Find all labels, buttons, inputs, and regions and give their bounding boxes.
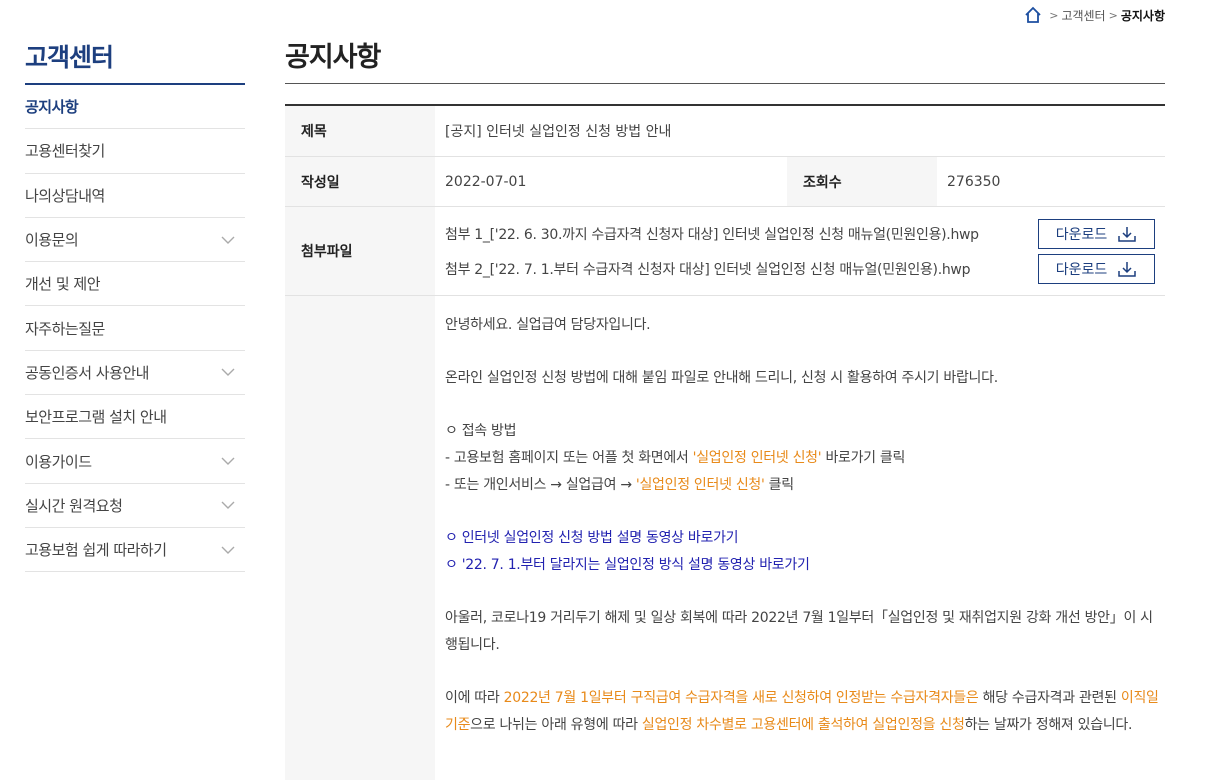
- sidebar-item-label: 이용문의: [25, 231, 79, 250]
- chevron-down-icon[interactable]: [221, 501, 235, 510]
- sidebar-item-label: 개선 및 제안: [25, 275, 101, 294]
- video-link-online-guide[interactable]: ㅇ 인터넷 실업인정 신청 방법 설명 동영상 바로가기: [445, 525, 1165, 552]
- sidebar-menu: 공지사항고용센터찾기나의상담내역이용문의개선 및 제안자주하는질문공동인증서 사…: [25, 85, 245, 573]
- chevron-right-icon: >: [1108, 8, 1118, 22]
- schedule-paragraph: 이에 따라 2022년 7월 1일부터 구직급여 수급자격을 새로 신청하여 인…: [445, 690, 1159, 733]
- sidebar-item[interactable]: 고용센터찾기: [25, 129, 245, 174]
- page-title: 공지사항: [285, 38, 1165, 84]
- attachment-label: 첨부파일: [285, 207, 435, 295]
- sidebar-item-label: 실시간 원격요청: [25, 496, 123, 515]
- breadcrumb-current: 공지사항: [1120, 8, 1165, 23]
- chevron-right-icon: >: [1049, 8, 1059, 22]
- notice-board: 제목 [공지] 인터넷 실업인정 신청 방법 안내 작성일 2022-07-01…: [285, 104, 1165, 780]
- breadcrumb: > 고객센터 > 공지사항: [1024, 4, 1165, 26]
- sidebar-item-label: 고용보험 쉽게 따라하기: [25, 541, 167, 560]
- download-button[interactable]: 다운로드: [1038, 253, 1155, 284]
- sidebar: 고객센터 공지사항고용센터찾기나의상담내역이용문의개선 및 제안자주하는질문공동…: [25, 38, 245, 573]
- date-row: 작성일 2022-07-01 조회수 276350: [285, 157, 1165, 207]
- attachment-row: 첨부파일 첨부 1_['22. 6. 30.까지 수급자격 신청자 대상] 인터…: [285, 207, 1165, 296]
- date-label: 작성일: [285, 157, 435, 206]
- sidebar-item[interactable]: 개선 및 제안: [25, 262, 245, 307]
- attachment-list: 첨부 1_['22. 6. 30.까지 수급자격 신청자 대상] 인터넷 실업인…: [435, 207, 1165, 295]
- notice-date: 2022-07-01: [445, 173, 527, 190]
- title-row: 제목 [공지] 인터넷 실업인정 신청 방법 안내: [285, 106, 1165, 157]
- home-icon[interactable]: [1024, 6, 1042, 24]
- sidebar-item[interactable]: 이용문의: [25, 218, 245, 263]
- content-label-cell: [285, 296, 435, 780]
- chevron-down-icon[interactable]: [221, 368, 235, 377]
- sidebar-item[interactable]: 이용가이드: [25, 439, 245, 484]
- access-heading: ㅇ 접속 방법: [445, 423, 517, 439]
- video-link-new-method[interactable]: ㅇ '22. 7. 1.부터 달라지는 실업인정 방식 설명 동영상 바로가기: [445, 552, 1165, 579]
- attachment-filename[interactable]: 첨부 2_['22. 7. 1.부터 수급자격 신청자 대상] 인터넷 실업인정…: [445, 259, 970, 279]
- title-label: 제목: [285, 106, 435, 156]
- sidebar-item[interactable]: 공지사항: [25, 85, 245, 130]
- access-step-2: - 또는 개인서비스 → 실업급여 → '실업인정 인터넷 신청' 클릭: [445, 477, 794, 493]
- sidebar-title: 고객센터: [25, 38, 245, 85]
- download-icon: [1118, 226, 1137, 242]
- attachment-item: 첨부 2_['22. 7. 1.부터 수급자격 신청자 대상] 인터넷 실업인정…: [445, 251, 1155, 286]
- sidebar-item-label: 공동인증서 사용안내: [25, 363, 149, 382]
- intro-text: 온라인 실업인정 신청 방법에 대해 붙임 파일로 안내해 드리니, 신청 시 …: [445, 370, 998, 386]
- sidebar-item-label: 나의상담내역: [25, 186, 105, 205]
- sidebar-item[interactable]: 자주하는질문: [25, 306, 245, 351]
- breadcrumb-item-customer-center[interactable]: 고객센터: [1061, 7, 1105, 24]
- download-button[interactable]: 다운로드: [1038, 218, 1155, 249]
- sidebar-item[interactable]: 실시간 원격요청: [25, 484, 245, 528]
- greeting-text: 안녕하세요. 실업급여 담당자입니다.: [445, 317, 651, 333]
- sidebar-item-label: 보안프로그램 설치 안내: [25, 408, 167, 427]
- main-content: 공지사항 제목 [공지] 인터넷 실업인정 신청 방법 안내 작성일 2022-…: [285, 38, 1165, 780]
- download-label: 다운로드: [1055, 226, 1108, 243]
- policy-paragraph: 아울러, 코로나19 거리두기 해제 및 일상 회복에 따라 2022년 7월 …: [445, 610, 1153, 653]
- access-step-1: - 고용보험 홈페이지 또는 어플 첫 화면에서 '실업인정 인터넷 신청' 바…: [445, 450, 906, 466]
- chevron-down-icon[interactable]: [221, 236, 235, 244]
- views-label: 조회수: [787, 157, 937, 206]
- sidebar-item[interactable]: 나의상담내역: [25, 174, 245, 218]
- sidebar-item-label: 이용가이드: [25, 452, 92, 471]
- sidebar-item[interactable]: 보안프로그램 설치 안내: [25, 395, 245, 440]
- notice-title: [공지] 인터넷 실업인정 신청 방법 안내: [445, 124, 672, 140]
- download-label: 다운로드: [1055, 261, 1108, 278]
- sidebar-item-label: 고용센터찾기: [25, 142, 105, 161]
- attachment-item: 첨부 1_['22. 6. 30.까지 수급자격 신청자 대상] 인터넷 실업인…: [445, 216, 1155, 251]
- attachment-filename[interactable]: 첨부 1_['22. 6. 30.까지 수급자격 신청자 대상] 인터넷 실업인…: [445, 224, 979, 244]
- chevron-down-icon[interactable]: [221, 546, 235, 554]
- sidebar-item[interactable]: 공동인증서 사용안내: [25, 351, 245, 396]
- chevron-down-icon[interactable]: [221, 457, 235, 466]
- content-row: 안녕하세요. 실업급여 담당자입니다. 온라인 실업인정 신청 방법에 대해 붙…: [285, 296, 1165, 780]
- sidebar-item-label: 자주하는질문: [25, 319, 105, 338]
- view-count: 276350: [947, 173, 1001, 190]
- download-icon: [1118, 261, 1137, 277]
- notice-body: 안녕하세요. 실업급여 담당자입니다. 온라인 실업인정 신청 방법에 대해 붙…: [435, 296, 1165, 780]
- sidebar-item[interactable]: 고용보험 쉽게 따라하기: [25, 528, 245, 573]
- sidebar-item-label: 공지사항: [25, 98, 79, 117]
